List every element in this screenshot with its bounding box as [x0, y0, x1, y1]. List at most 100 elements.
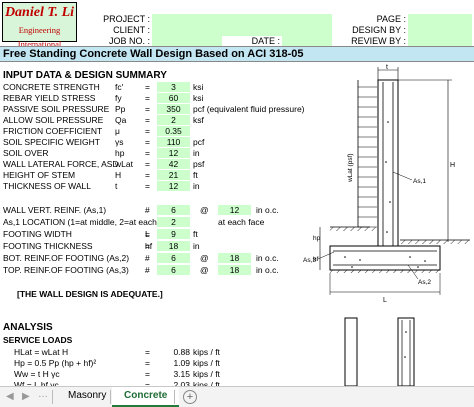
- add-sheet-button[interactable]: +: [183, 390, 197, 404]
- page-field[interactable]: [408, 14, 472, 25]
- spacing-unit: in o.c.: [256, 253, 279, 263]
- input-label: SOIL OVER: [3, 148, 49, 158]
- spacing-value-cell[interactable]: 18: [218, 265, 251, 275]
- load-value: 0.88: [173, 347, 190, 357]
- input-unit: ksf: [193, 115, 204, 125]
- input-value-cell[interactable]: 110: [157, 137, 190, 147]
- input-unit: psf: [193, 159, 205, 169]
- input-symbol: #: [145, 253, 150, 263]
- input-unit: ft: [193, 170, 198, 180]
- input-value-cell[interactable]: 60: [157, 93, 190, 103]
- input-symbol: fc': [115, 82, 124, 92]
- equals-sign: =: [145, 126, 150, 136]
- load-formula: Ww = t H γc: [14, 369, 60, 379]
- input-value-cell[interactable]: 42: [157, 159, 190, 169]
- input-label: HEIGHT OF STEM: [3, 170, 76, 180]
- next-sheet-icon[interactable]: ▶: [22, 391, 30, 402]
- input-value-cell[interactable]: 21: [157, 170, 190, 180]
- load-value: 1.09: [173, 358, 190, 368]
- tab-masonry[interactable]: Masonry: [56, 387, 118, 407]
- load-formula: HLat = wLat H: [14, 347, 69, 357]
- client-field[interactable]: [152, 25, 332, 36]
- input-value-cell[interactable]: 2: [157, 115, 190, 125]
- input-symbol: wLat: [115, 159, 133, 169]
- analysis-title: ANALYSIS: [3, 322, 53, 333]
- equals-sign: =: [145, 115, 150, 125]
- input-label: BOT. REINF.OF FOOTING (As,2): [3, 253, 130, 263]
- design-by-field[interactable]: [408, 25, 472, 36]
- input-unit: in: [193, 181, 200, 191]
- input-value-cell[interactable]: 6: [157, 253, 190, 263]
- input-value-cell[interactable]: 12: [157, 148, 190, 158]
- spacing-value-cell[interactable]: 18: [218, 253, 251, 263]
- input-unit: pcf (equivalent fluid pressure): [193, 104, 305, 114]
- h-label: H: [450, 162, 455, 169]
- input-row: REBAR YIELD STRESS fy = 60 ksi: [0, 93, 340, 104]
- input-symbol: Qa: [115, 115, 127, 125]
- prev-sheet-icon[interactable]: ◀: [6, 391, 14, 402]
- input-value-cell[interactable]: 18: [157, 241, 190, 251]
- load-unit: kips / ft: [193, 369, 220, 379]
- input-symbol: H: [115, 170, 122, 180]
- equals-sign: =: [145, 229, 150, 239]
- wall-stem: [377, 79, 399, 247]
- l-label: L: [383, 297, 387, 304]
- load-row: Ww = t H γc = 3.15 kips / ft: [0, 369, 340, 380]
- more-sheets-icon[interactable]: …: [38, 389, 48, 400]
- input-value-cell[interactable]: 350: [157, 104, 190, 114]
- equals-sign: =: [145, 137, 150, 147]
- input-label: REBAR YIELD STRESS: [3, 93, 96, 103]
- input-row: HEIGHT OF STEM H = 21 ft: [0, 170, 340, 181]
- footing: [329, 245, 441, 271]
- input-value-cell[interactable]: 9: [157, 229, 190, 239]
- input-value-cell[interactable]: 6: [157, 265, 190, 275]
- input-label: TOP. REINF.OF FOOTING (As,3): [3, 265, 129, 275]
- equals-sign: =: [145, 148, 150, 158]
- input-value-cell[interactable]: 0.35: [157, 126, 190, 136]
- equals-sign: =: [145, 104, 150, 114]
- input-row: THICKNESS OF WALL t = 12 in: [0, 181, 340, 192]
- input-value-cell[interactable]: 12: [157, 181, 190, 191]
- company-logo: Daniel T. Li Engineering International: [2, 2, 77, 49]
- page-label: PAGE :: [376, 14, 406, 24]
- design-by-label: DESIGN BY :: [352, 25, 406, 35]
- input-label: FOOTING WIDTH: [3, 229, 72, 239]
- wlat-label: wLat (psf): [347, 153, 354, 183]
- sheet-title: Free Standing Concrete Wall Design Based…: [3, 48, 304, 60]
- input-row: FRICTION COEFFICIENT μ = 0.35: [0, 126, 340, 137]
- input-row: FOOTING THICKNESS hf = 18 in: [0, 241, 340, 252]
- input-row: TOP. REINF.OF FOOTING (As,3) #6 @18 in o.c.: [0, 265, 340, 276]
- tab-concrete[interactable]: Concrete: [112, 387, 180, 407]
- input-row: FOOTING WIDTH L = 9 ft: [0, 229, 340, 240]
- input-row: CONCRETE STRENGTH fc' = 3 ksi: [0, 82, 340, 93]
- input-label: FRICTION COEFFICIENT: [3, 126, 103, 136]
- equals-sign: =: [145, 159, 150, 169]
- spacing-unit: at each face: [218, 217, 265, 227]
- input-value-cell[interactable]: 6: [157, 205, 190, 215]
- wall-section-diagram: t wLat (psf) As,1 H hp hf As,3 As,2 L: [303, 64, 470, 304]
- input-row: WALL VERT. REINF. (As,1) #6 @12 in o.c.: [0, 205, 340, 216]
- analysis-diagram: [344, 317, 415, 386]
- input-unit: ft: [193, 229, 198, 239]
- equals-sign: =: [145, 181, 150, 191]
- input-value-cell[interactable]: 2: [157, 217, 190, 227]
- input-value-cell[interactable]: 3: [157, 82, 190, 92]
- adequacy-status: [THE WALL DESIGN IS ADEQUATE.]: [17, 289, 163, 299]
- input-symbol: hp: [115, 148, 125, 158]
- input-symbol: μ: [115, 126, 120, 136]
- as2-label: As,2: [418, 279, 431, 286]
- project-field[interactable]: [152, 14, 332, 25]
- input-row: ALLOW SOIL PRESSURE Qa = 2 ksf: [0, 115, 340, 126]
- equals-sign: =: [145, 82, 150, 92]
- lateral-load-arrows: [358, 86, 377, 228]
- logo-name: Daniel T. Li: [4, 5, 75, 20]
- sheet-tab-bar: ◀ ▶ … Masonry Concrete +: [0, 386, 474, 407]
- input-symbol: #: [145, 265, 150, 275]
- equals-sign: =: [145, 93, 150, 103]
- at-sign: @: [200, 265, 209, 275]
- input-section-title: INPUT DATA & DESIGN SUMMARY: [3, 70, 167, 81]
- spacing-value-cell[interactable]: 12: [218, 205, 251, 215]
- input-label: CONCRETE STRENGTH: [3, 82, 100, 92]
- input-label: SOIL SPECIFIC WEIGHT: [3, 137, 100, 147]
- input-row: PASSIVE SOIL PRESSURE Pp = 350 pcf (equivale…: [0, 104, 340, 115]
